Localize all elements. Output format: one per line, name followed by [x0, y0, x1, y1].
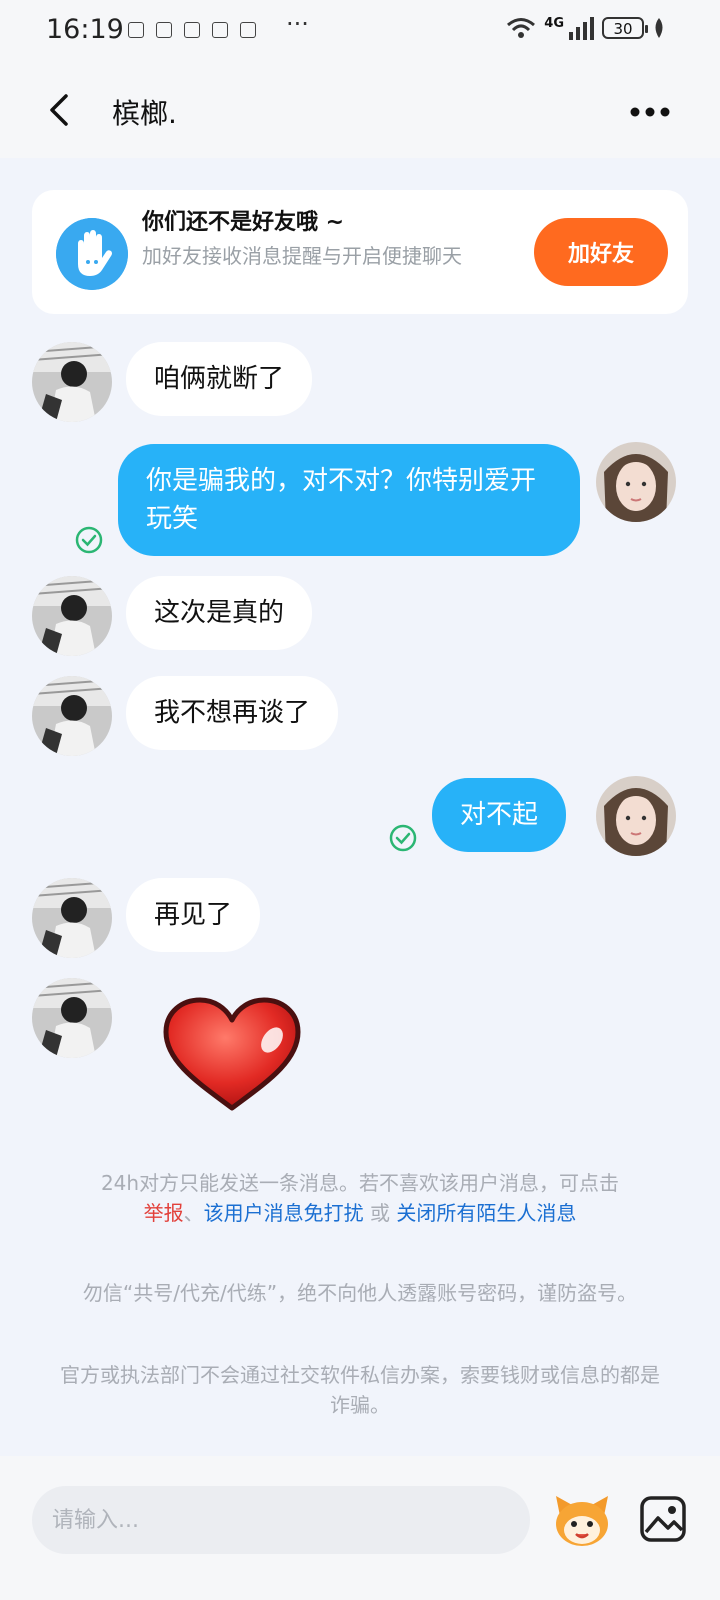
- add-friend-button[interactable]: 加好友: [534, 218, 668, 286]
- emoji-icon[interactable]: [552, 1492, 612, 1548]
- message-bubble-incoming[interactable]: 这次是真的: [126, 576, 313, 650]
- wifi-icon: [507, 18, 536, 38]
- avatar-photo: [32, 576, 112, 656]
- notification-icons: [128, 22, 256, 38]
- message-bubble-incoming[interactable]: 咱俩就断了: [126, 342, 313, 416]
- report-link[interactable]: 举报: [144, 1201, 184, 1225]
- account-security-warning: 勿信“共号/代充/代练”，绝不向他人透露账号密码，谨防盗号。: [82, 1281, 638, 1305]
- read-check-icon: [75, 526, 103, 554]
- avatar-photo: [596, 442, 676, 522]
- chat-header: 槟榔.: [0, 64, 720, 158]
- not-friend-title: 你们还不是好友哦 ~: [142, 210, 345, 235]
- notification-icon: [156, 22, 172, 38]
- mute-user-link[interactable]: 该用户消息免打扰: [204, 1201, 364, 1225]
- network-type: 4G: [544, 15, 564, 31]
- my-avatar[interactable]: [596, 776, 676, 856]
- notification-icon: [128, 22, 144, 38]
- notification-icon: [240, 22, 256, 38]
- leaf-icon: [655, 18, 663, 38]
- input-bar: [0, 1456, 720, 1600]
- message-bubble-outgoing[interactable]: 对不起: [432, 778, 567, 852]
- contact-avatar[interactable]: [32, 978, 112, 1058]
- avatar-photo: [32, 676, 112, 756]
- contact-avatar[interactable]: [32, 878, 112, 958]
- more-options-icon[interactable]: [628, 92, 672, 132]
- limit-text: 24h对方只能发送一条消息。若不喜欢该用户消息，可点击: [100, 1171, 620, 1195]
- wave-hand-icon: [56, 218, 128, 290]
- avatar-photo: [596, 776, 676, 856]
- status-right: 4G 30: [506, 16, 666, 40]
- fraud-warning: 官方或执法部门不会通过社交软件私信办案，索要钱财或信息的都是诈骗。: [60, 1363, 660, 1417]
- status-time: 16:19: [46, 14, 124, 45]
- signal-icon: [569, 17, 594, 40]
- image-icon[interactable]: [638, 1494, 688, 1544]
- chat-title: 槟榔.: [112, 97, 177, 130]
- more-notifications-icon: ···: [286, 10, 309, 38]
- not-friend-subtitle: 加好友接收消息提醒与开启便捷聊天: [142, 244, 462, 268]
- notification-icon: [184, 22, 200, 38]
- avatar-photo: [32, 878, 112, 958]
- contact-avatar[interactable]: [32, 676, 112, 756]
- message-bubble-incoming[interactable]: 再见了: [126, 878, 261, 952]
- notification-icon: [212, 22, 228, 38]
- message-bubble-outgoing[interactable]: 你是骗我的，对不对？你特别爱开玩笑: [118, 444, 580, 556]
- close-stranger-messages-link[interactable]: 关闭所有陌生人消息: [396, 1201, 576, 1225]
- back-icon[interactable]: [40, 88, 84, 132]
- contact-avatar[interactable]: [32, 342, 112, 422]
- my-avatar[interactable]: [596, 442, 676, 522]
- battery-icon: 30: [602, 17, 648, 39]
- or-text: 或: [363, 1201, 397, 1225]
- avatar-photo: [32, 978, 112, 1058]
- message-limit-notice: 24h对方只能发送一条消息。若不喜欢该用户消息，可点击 举报、该用户消息免打扰 …: [40, 1168, 680, 1228]
- read-check-icon: [389, 824, 417, 852]
- status-bar: 16:19 ··· 4G 30: [0, 0, 720, 64]
- not-friend-card: 你们还不是好友哦 ~ 加好友接收消息提醒与开启便捷聊天 加好友: [32, 190, 688, 314]
- avatar-photo: [32, 342, 112, 422]
- message-bubble-incoming[interactable]: 我不想再谈了: [126, 676, 339, 750]
- message-input[interactable]: [32, 1486, 530, 1554]
- heart-sticker[interactable]: [160, 996, 304, 1114]
- separator: 、: [183, 1201, 204, 1225]
- contact-avatar[interactable]: [32, 576, 112, 656]
